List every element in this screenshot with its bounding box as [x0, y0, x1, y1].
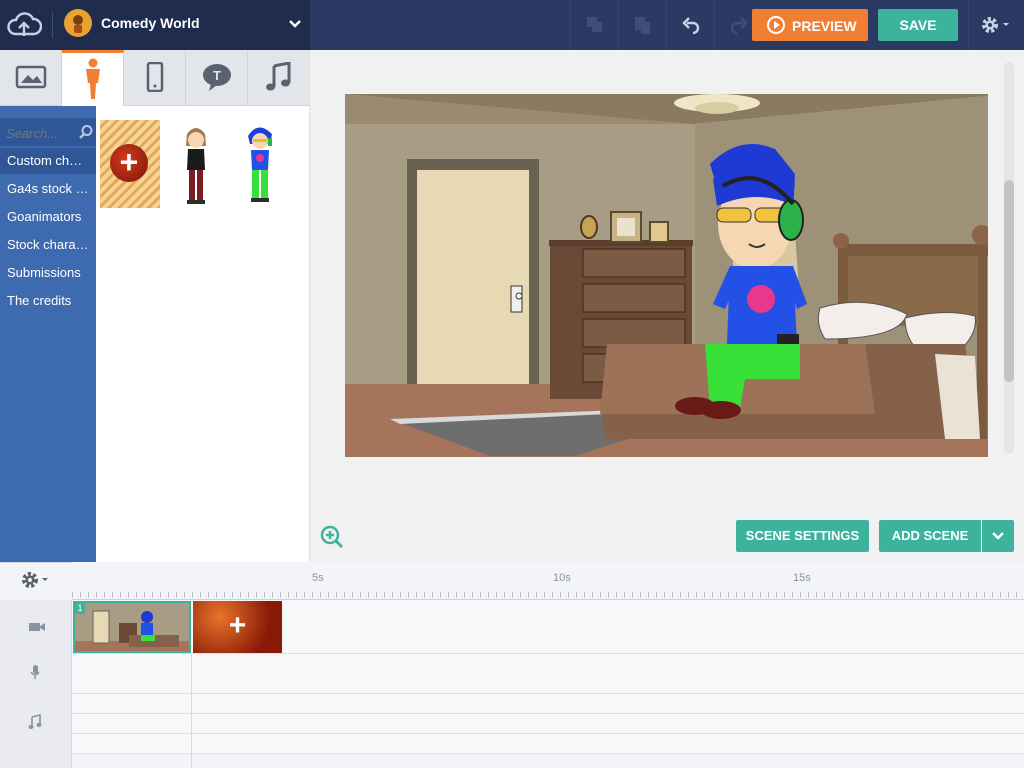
divider [191, 654, 192, 768]
cloud-upload-icon[interactable] [6, 10, 42, 40]
paste-icon [635, 17, 650, 34]
theme-name[interactable]: Comedy World [101, 15, 200, 31]
voice-track[interactable] [72, 654, 1024, 694]
sidebar-item-goanimators[interactable]: Goanimators [0, 204, 96, 230]
character-thumbnail[interactable] [242, 124, 278, 208]
tab-characters[interactable] [62, 50, 124, 106]
plus-icon: + [119, 144, 139, 180]
tab-backgrounds[interactable] [0, 50, 62, 106]
music-note-icon [28, 714, 42, 729]
scene-number-badge: 1 [75, 603, 85, 614]
divider [52, 12, 53, 38]
chevron-down-icon [992, 532, 1004, 540]
plus-icon: + [228, 609, 247, 642]
scene-settings-button[interactable]: SCENE SETTINGS [736, 520, 869, 552]
settings-menu-button[interactable] [968, 0, 1024, 50]
character-thumbnail[interactable] [178, 124, 214, 208]
characters-icon [86, 58, 100, 99]
tab-props[interactable] [124, 50, 186, 106]
text-bubbles-icon: T [203, 64, 231, 91]
redo-button[interactable] [714, 0, 752, 50]
preview-label: PREVIEW [792, 18, 857, 34]
music-track-1[interactable] [72, 694, 1024, 714]
timeline-settings-icon[interactable] [20, 570, 54, 590]
scene-stage[interactable] [345, 94, 988, 457]
add-character-button[interactable]: + [100, 120, 160, 208]
category-sidebar [0, 106, 96, 562]
add-scene-dropdown[interactable] [982, 520, 1014, 552]
svg-text:T: T [213, 68, 221, 83]
undo-icon [682, 17, 700, 35]
redo-icon [730, 17, 748, 35]
music-icon [266, 62, 291, 91]
tick-label: 5s [312, 572, 324, 584]
microphone-icon [30, 665, 40, 679]
preview-button[interactable]: PREVIEW [752, 9, 868, 41]
top-toolbar: Comedy World PREVIEW SAVE [0, 0, 1024, 50]
comedy-theme-icon [65, 10, 91, 36]
backgrounds-icon [15, 65, 47, 89]
chevron-down-icon[interactable] [286, 14, 304, 32]
copy-button[interactable] [570, 0, 618, 50]
tick-label: 10s [553, 572, 571, 584]
search-icon[interactable] [78, 124, 94, 140]
sidebar-item-submissions[interactable]: Submissions [0, 260, 96, 286]
props-icon [146, 62, 164, 92]
sidebar-item-stock-characters[interactable]: Stock charac... [0, 232, 96, 258]
copy-icon [587, 17, 602, 32]
search-input[interactable] [6, 124, 76, 142]
sidebar-item-custom-characters[interactable]: Custom char... [0, 148, 96, 174]
add-scene-button[interactable]: ADD SCENE [879, 520, 981, 552]
sidebar-item-ga4s-stock[interactable]: Ga4s stock c... [0, 176, 96, 202]
theme-selector-area: Comedy World [0, 0, 310, 50]
camera-icon [29, 623, 45, 631]
asset-tabs: T [0, 50, 310, 106]
music-track-3[interactable] [72, 734, 1024, 754]
scene-thumbnail[interactable]: 1 [73, 601, 191, 653]
music-track-2[interactable] [72, 714, 1024, 734]
save-button[interactable]: SAVE [878, 9, 958, 41]
tick-label: 15s [793, 572, 811, 584]
timeline-ruler[interactable] [72, 562, 1024, 600]
gear-icon [982, 17, 1009, 33]
stage-scrollbar-thumb[interactable] [1004, 180, 1014, 382]
tab-text-bubbles[interactable]: T [186, 50, 248, 106]
undo-button[interactable] [666, 0, 714, 50]
zoom-in-icon[interactable] [320, 525, 344, 549]
add-scene-timeline-button[interactable]: + [193, 601, 282, 653]
scene-preview [75, 603, 189, 651]
search-box [0, 118, 96, 146]
sidebar-item-the-credits[interactable]: The credits [0, 288, 96, 314]
play-circle-icon [767, 16, 785, 34]
paste-button[interactable] [618, 0, 666, 50]
theme-avatar[interactable] [64, 9, 92, 37]
tab-music[interactable] [248, 50, 310, 106]
